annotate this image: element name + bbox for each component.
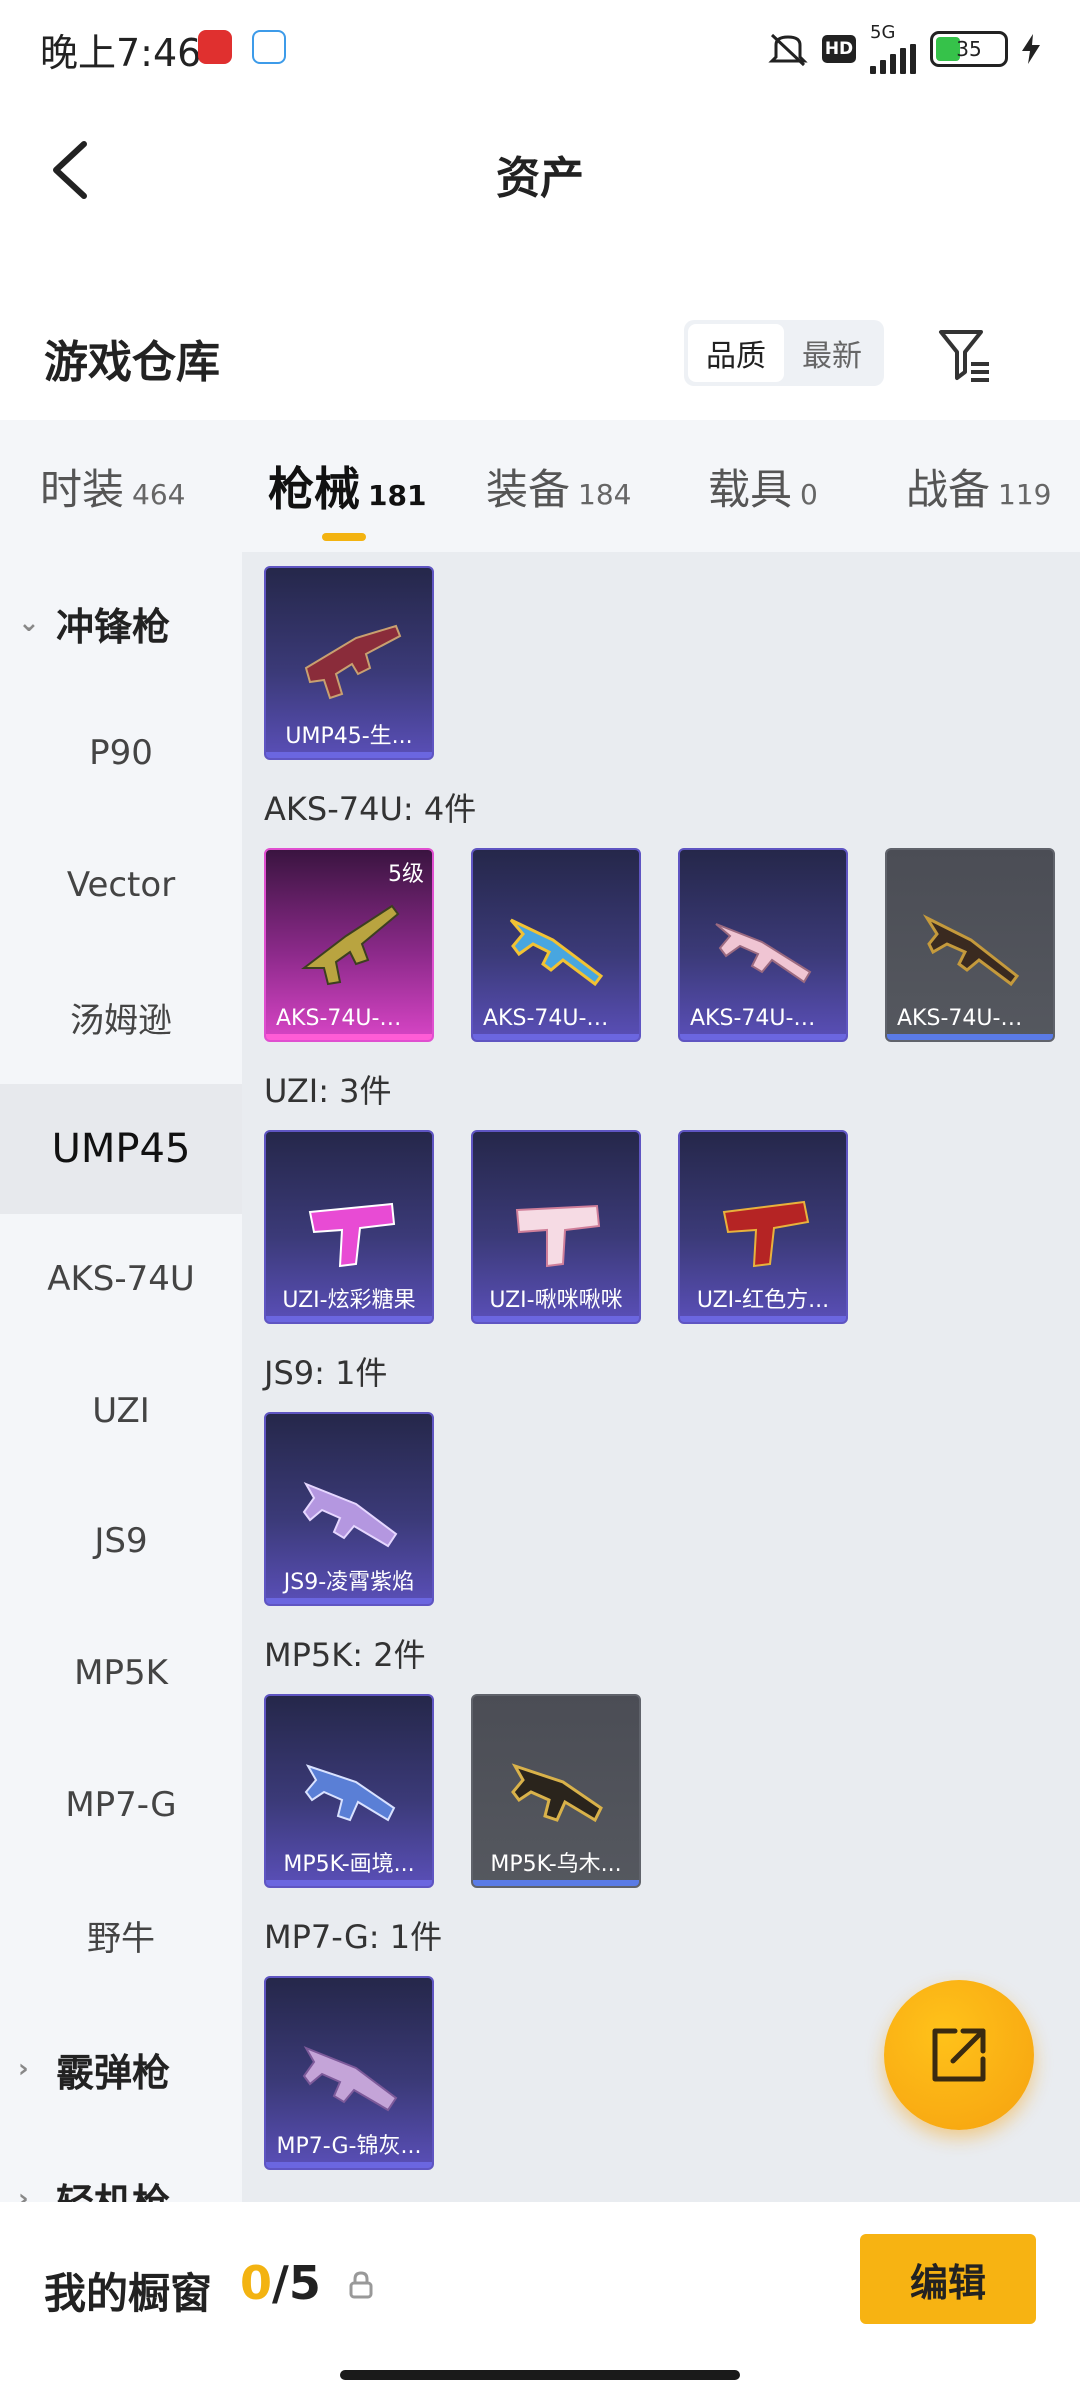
rarity-bar xyxy=(473,1034,639,1040)
group-label-uzi: UZI: 3件 xyxy=(264,1072,392,1110)
rarity-bar xyxy=(266,752,432,758)
smg-icon xyxy=(304,624,402,700)
uzi-icon xyxy=(515,1204,601,1268)
weapon-grid: UMP45-生... AKS-74U: 4件 5级 AKS-74U-森... A… xyxy=(242,552,1080,2202)
sidebar-item-mp5k[interactable]: MP5K xyxy=(0,1608,242,1738)
weapon-card[interactable]: AKS-74U-粉... xyxy=(678,848,848,1042)
uzi-icon xyxy=(308,1202,396,1268)
weapon-card[interactable]: AKS-74U-鸡... xyxy=(471,848,641,1042)
weapon-card[interactable]: JS9-凌霄紫焰 xyxy=(264,1412,434,1606)
showcase-bar: 我的橱窗 0/5 编辑 xyxy=(0,2202,1080,2400)
sidebar-item-uzi[interactable]: UZI xyxy=(0,1346,242,1476)
hd-icon: HD xyxy=(822,35,856,63)
rarity-bar xyxy=(266,1880,432,1886)
rarity-bar xyxy=(266,1316,432,1322)
rifle-icon xyxy=(715,923,812,984)
tab-weapons[interactable]: 枪械 181 xyxy=(268,453,426,541)
smg-icon xyxy=(302,1482,398,1548)
weapon-card[interactable]: UZI-啾咪啾咪 xyxy=(471,1130,641,1324)
rarity-bar xyxy=(473,1880,639,1886)
rifle-icon xyxy=(301,904,400,986)
chevron-right-icon: › xyxy=(18,2054,29,2084)
section-title: 游戏仓库 xyxy=(44,337,220,388)
section-header: 游戏仓库 品质 最新 xyxy=(0,300,1080,410)
nav-bar: 资产 xyxy=(0,110,1080,230)
status-bar: 晚上7:46 HD 5G 35 xyxy=(0,0,1080,96)
sidebar-item-ump45[interactable]: UMP45 xyxy=(0,1084,242,1214)
sidebar-item-bison[interactable]: 野牛 xyxy=(0,1870,242,2000)
sidebar-item-thompson[interactable]: 汤姆逊 xyxy=(0,952,242,1082)
group-label-mp5k: MP5K: 2件 xyxy=(264,1636,426,1674)
external-share-icon xyxy=(932,2028,986,2082)
tab-fashion[interactable]: 时装 464 xyxy=(40,456,185,517)
group-label-js9: JS9: 1件 xyxy=(264,1354,388,1392)
sidebar-item-p90[interactable]: P90 xyxy=(0,688,242,818)
rarity-bar xyxy=(680,1034,846,1040)
smg-icon xyxy=(304,1764,396,1822)
weapon-card[interactable]: UZI-红色方... xyxy=(678,1130,848,1324)
sort-quality-button[interactable]: 品质 xyxy=(688,324,784,382)
notification-paper-plane-icon xyxy=(252,30,286,64)
sidebar-item-aks74u[interactable]: AKS-74U xyxy=(0,1214,242,1344)
share-button[interactable] xyxy=(884,1980,1034,2130)
uzi-icon xyxy=(722,1200,810,1268)
showcase-count: 0/5 xyxy=(240,2256,321,2310)
weapon-card[interactable]: UZI-炫彩糖果 xyxy=(264,1130,434,1324)
battery-icon: 35 xyxy=(930,31,1008,67)
tab-supplies[interactable]: 战备 119 xyxy=(906,456,1051,517)
weapon-card[interactable]: MP7-G-锦灰... xyxy=(264,1976,434,2170)
lock-icon xyxy=(346,2270,376,2304)
weapon-card[interactable]: MP5K-乌木... xyxy=(471,1694,641,1888)
category-tabs: 时装 464 枪械 181 装备 184 载具 0 战备 119 xyxy=(0,420,1080,552)
sidebar-item-mp7g[interactable]: MP7-G xyxy=(0,1740,242,1870)
sort-newest-button[interactable]: 最新 xyxy=(784,324,880,382)
sidebar-item-vector[interactable]: Vector xyxy=(0,820,242,950)
rifle-icon xyxy=(922,914,1020,987)
home-indicator[interactable] xyxy=(340,2370,740,2380)
weapon-card[interactable]: UMP45-生... xyxy=(264,566,434,760)
rarity-bar xyxy=(473,1316,639,1322)
sidebar-group-lmg[interactable]: › 轻机枪 xyxy=(0,2134,242,2203)
showcase-label: 我的橱窗 xyxy=(44,2269,213,2318)
group-label-aks74u: AKS-74U: 4件 xyxy=(264,790,477,828)
weapon-card[interactable]: 5级 AKS-74U-森... xyxy=(264,848,434,1042)
level-badge: 5级 xyxy=(388,862,424,887)
sidebar-group-smg[interactable]: ⌄ 冲锋枪 xyxy=(0,558,242,688)
tab-vehicles[interactable]: 载具 0 xyxy=(708,456,818,517)
rarity-bar xyxy=(266,1034,432,1040)
weapon-type-sidebar: ⌄ 冲锋枪 P90 Vector 汤姆逊 UMP45 AKS-74U UZI J… xyxy=(0,552,242,2202)
rarity-bar xyxy=(266,2162,432,2168)
rifle-icon xyxy=(509,918,604,987)
filter-button[interactable] xyxy=(930,320,1000,390)
rarity-bar xyxy=(266,1598,432,1604)
chevron-right-icon: › xyxy=(18,2184,29,2202)
weapon-card[interactable]: MP5K-画境... xyxy=(264,1694,434,1888)
sidebar-group-shotgun[interactable]: › 霰弹枪 xyxy=(0,2004,242,2134)
network-type: 5G xyxy=(870,22,896,43)
charging-icon xyxy=(1022,34,1040,64)
status-icons: HD 5G 35 xyxy=(768,24,1040,74)
smg-icon xyxy=(511,1763,603,1823)
tab-equipment[interactable]: 装备 184 xyxy=(486,456,631,517)
signal-icon: 5G xyxy=(870,24,916,74)
notification-app-icon xyxy=(198,30,232,64)
mute-icon xyxy=(768,31,808,67)
chevron-down-icon: ⌄ xyxy=(18,608,40,638)
status-time: 晚上7:46 xyxy=(40,31,202,75)
smg-icon xyxy=(302,2046,398,2112)
rarity-bar xyxy=(680,1316,846,1322)
active-tab-indicator xyxy=(322,533,367,541)
group-label-mp7g: MP7-G: 1件 xyxy=(264,1918,443,1956)
weapon-card[interactable]: AKS-74U-乌... xyxy=(885,848,1055,1042)
sort-toggle: 品质 最新 xyxy=(684,320,884,386)
filter-icon xyxy=(939,330,989,382)
page-title: 资产 xyxy=(496,153,584,204)
rarity-bar xyxy=(887,1034,1053,1040)
sidebar-item-js9[interactable]: JS9 xyxy=(0,1476,242,1606)
edit-button[interactable]: 编辑 xyxy=(860,2234,1036,2324)
